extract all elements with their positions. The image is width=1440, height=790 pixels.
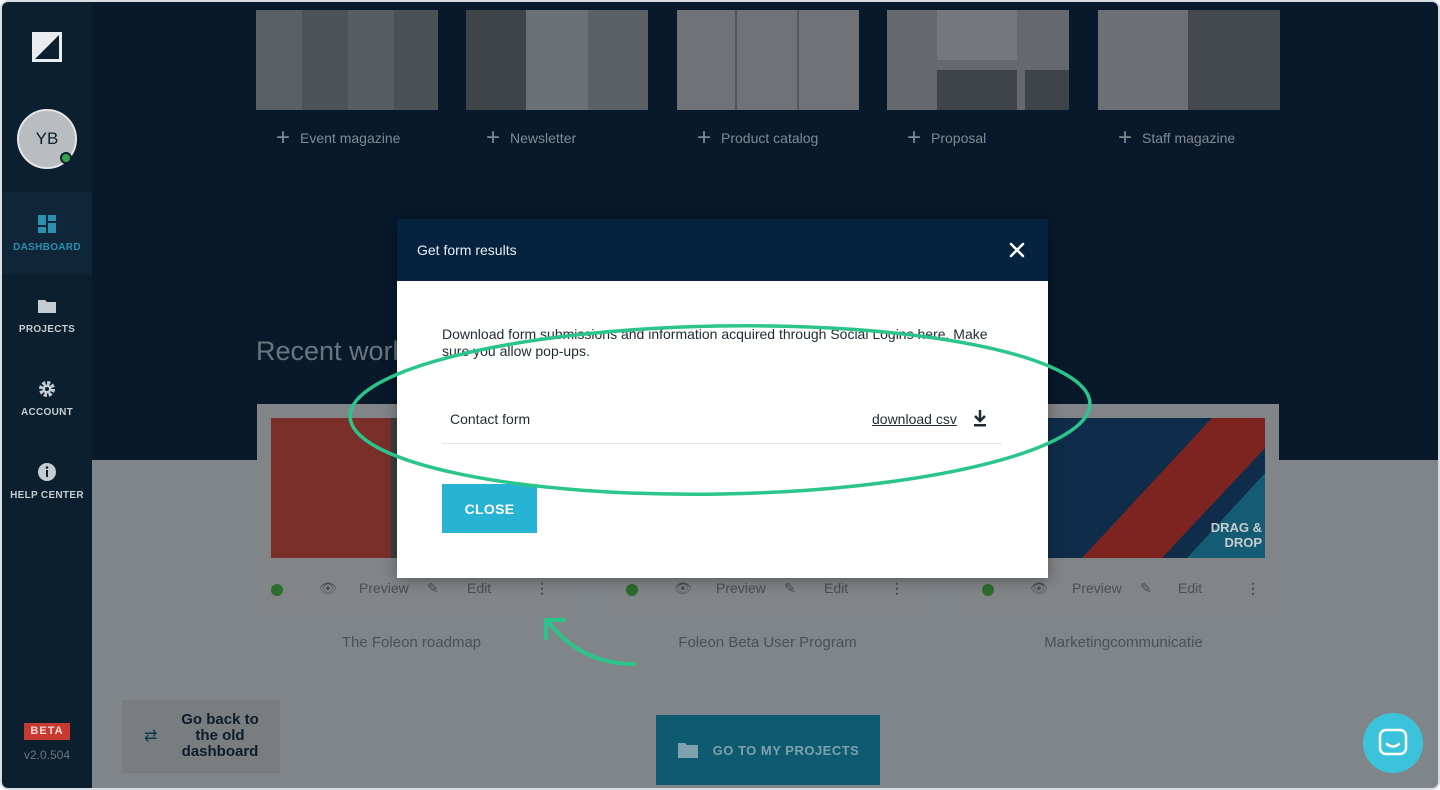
go-to-my-projects-button[interactable]: GO TO MY PROJECTS xyxy=(656,715,880,785)
chat-icon xyxy=(1378,728,1408,756)
edit-link[interactable]: Edit xyxy=(1178,580,1202,596)
template-card-proposal[interactable]: + Proposal xyxy=(887,10,1069,162)
thumbnail-badge: DRAG & DROP xyxy=(1210,520,1262,550)
sidebar-item-projects[interactable]: PROJECTS xyxy=(2,274,92,356)
avatar-initials: YB xyxy=(35,129,59,148)
eye-icon[interactable]: 👁 xyxy=(1030,580,1048,597)
recent-work-heading: Recent work xyxy=(256,336,407,366)
project-name[interactable]: The Foleon roadmap xyxy=(256,634,567,651)
folder-icon xyxy=(38,299,56,313)
edit-link[interactable]: Edit xyxy=(467,580,491,596)
add-template[interactable]: + Product catalog xyxy=(697,124,819,151)
app-window: YB DASHBOARD PROJECTS ACCOUNT HELP CENTE… xyxy=(0,0,1440,790)
project-actions: 👁 Preview ✎ Edit ⋮ xyxy=(968,574,1279,606)
more-options-icon[interactable]: ⋮ xyxy=(535,580,549,597)
version-label: v2.0.504 xyxy=(23,748,71,762)
project-actions: 👁 Preview ✎ Edit ⋮ xyxy=(612,574,923,606)
close-button[interactable]: CLOSE xyxy=(442,484,537,533)
template-thumbnail xyxy=(677,10,859,110)
gear-icon xyxy=(39,380,55,397)
online-status-dot xyxy=(60,152,72,164)
pencil-icon[interactable]: ✎ xyxy=(427,580,439,597)
modal-description: Download form submissions and informatio… xyxy=(442,326,988,359)
pencil-icon[interactable]: ✎ xyxy=(1140,580,1152,597)
close-icon[interactable] xyxy=(1005,238,1029,262)
pencil-icon[interactable]: ✎ xyxy=(784,580,796,597)
template-label: Staff magazine xyxy=(1142,130,1236,146)
sidebar-item-dashboard[interactable]: DASHBOARD xyxy=(2,192,92,274)
folder-icon xyxy=(677,743,698,758)
status-dot xyxy=(982,584,994,596)
form-name: Contact form xyxy=(450,411,531,427)
template-card-event-magazine[interactable]: + Event magazine xyxy=(256,10,438,162)
eye-icon[interactable]: 👁 xyxy=(674,580,692,597)
status-dot xyxy=(626,584,638,596)
project-name[interactable]: Foleon Beta User Program xyxy=(612,634,923,651)
edit-link[interactable]: Edit xyxy=(824,580,848,596)
modal-header: Get form results xyxy=(397,219,1048,281)
plus-icon: + xyxy=(697,124,712,151)
plus-icon: + xyxy=(1118,124,1133,151)
foleon-logo[interactable] xyxy=(32,32,62,62)
template-label: Newsletter xyxy=(510,130,577,146)
chat-launcher-button[interactable] xyxy=(1363,713,1423,773)
project-actions: 👁 Preview ✎ Edit ⋮ xyxy=(257,574,568,606)
template-card-newsletter[interactable]: + Newsletter xyxy=(466,10,648,162)
download-icon[interactable] xyxy=(972,409,988,427)
template-thumbnail xyxy=(887,10,1069,110)
template-thumbnail xyxy=(256,10,438,110)
template-label: Product catalog xyxy=(721,130,819,146)
go-to-my-projects-label: GO TO MY PROJECTS xyxy=(712,742,860,758)
old-dashboard-label: Go back to the old dashboard xyxy=(181,711,259,760)
add-template[interactable]: + Newsletter xyxy=(486,124,577,151)
preview-link[interactable]: Preview xyxy=(1072,580,1122,596)
plus-icon: + xyxy=(276,124,291,151)
sidebar-item-account[interactable]: ACCOUNT xyxy=(2,357,92,439)
form-results-modal: Get form results Download form submissio… xyxy=(397,219,1048,578)
plus-icon: + xyxy=(486,124,501,151)
template-card-staff-magazine[interactable]: + Staff magazine xyxy=(1098,10,1280,162)
swap-arrows-icon: ⇄ xyxy=(144,728,158,745)
preview-link[interactable]: Preview xyxy=(716,580,766,596)
template-label: Proposal xyxy=(931,130,987,146)
add-template[interactable]: + Proposal xyxy=(907,124,987,151)
sidebar-item-label: DASHBOARD xyxy=(13,241,81,253)
template-thumbnail xyxy=(1098,10,1280,110)
form-row: Contact form download csv xyxy=(442,400,1002,444)
template-card-product-catalog[interactable]: + Product catalog xyxy=(677,10,859,162)
dashboard-icon xyxy=(38,214,56,233)
beta-badge: BETA xyxy=(24,723,70,740)
sidebar-item-label: HELP CENTER xyxy=(10,489,84,501)
info-icon xyxy=(38,462,56,481)
template-label: Event magazine xyxy=(300,130,401,146)
more-options-icon[interactable]: ⋮ xyxy=(890,580,904,597)
sidebar-item-label: PROJECTS xyxy=(18,323,76,335)
project-name[interactable]: Marketingcommunicatie xyxy=(968,634,1279,651)
template-thumbnail xyxy=(466,10,648,110)
modal-title: Get form results xyxy=(417,242,517,258)
more-options-icon[interactable]: ⋮ xyxy=(1246,580,1260,597)
sidebar: YB DASHBOARD PROJECTS ACCOUNT HELP CENTE… xyxy=(2,2,92,788)
sidebar-item-label: ACCOUNT xyxy=(20,406,74,418)
eye-icon[interactable]: 👁 xyxy=(319,580,337,597)
download-csv-link[interactable]: download csv xyxy=(872,411,957,427)
preview-link[interactable]: Preview xyxy=(359,580,409,596)
status-dot xyxy=(271,584,283,596)
sidebar-item-help-center[interactable]: HELP CENTER xyxy=(2,440,92,522)
old-dashboard-button[interactable]: ⇄ Go back to the old dashboard xyxy=(122,700,280,773)
add-template[interactable]: + Staff magazine xyxy=(1118,124,1236,151)
plus-icon: + xyxy=(907,124,922,151)
add-template[interactable]: + Event magazine xyxy=(276,124,401,151)
